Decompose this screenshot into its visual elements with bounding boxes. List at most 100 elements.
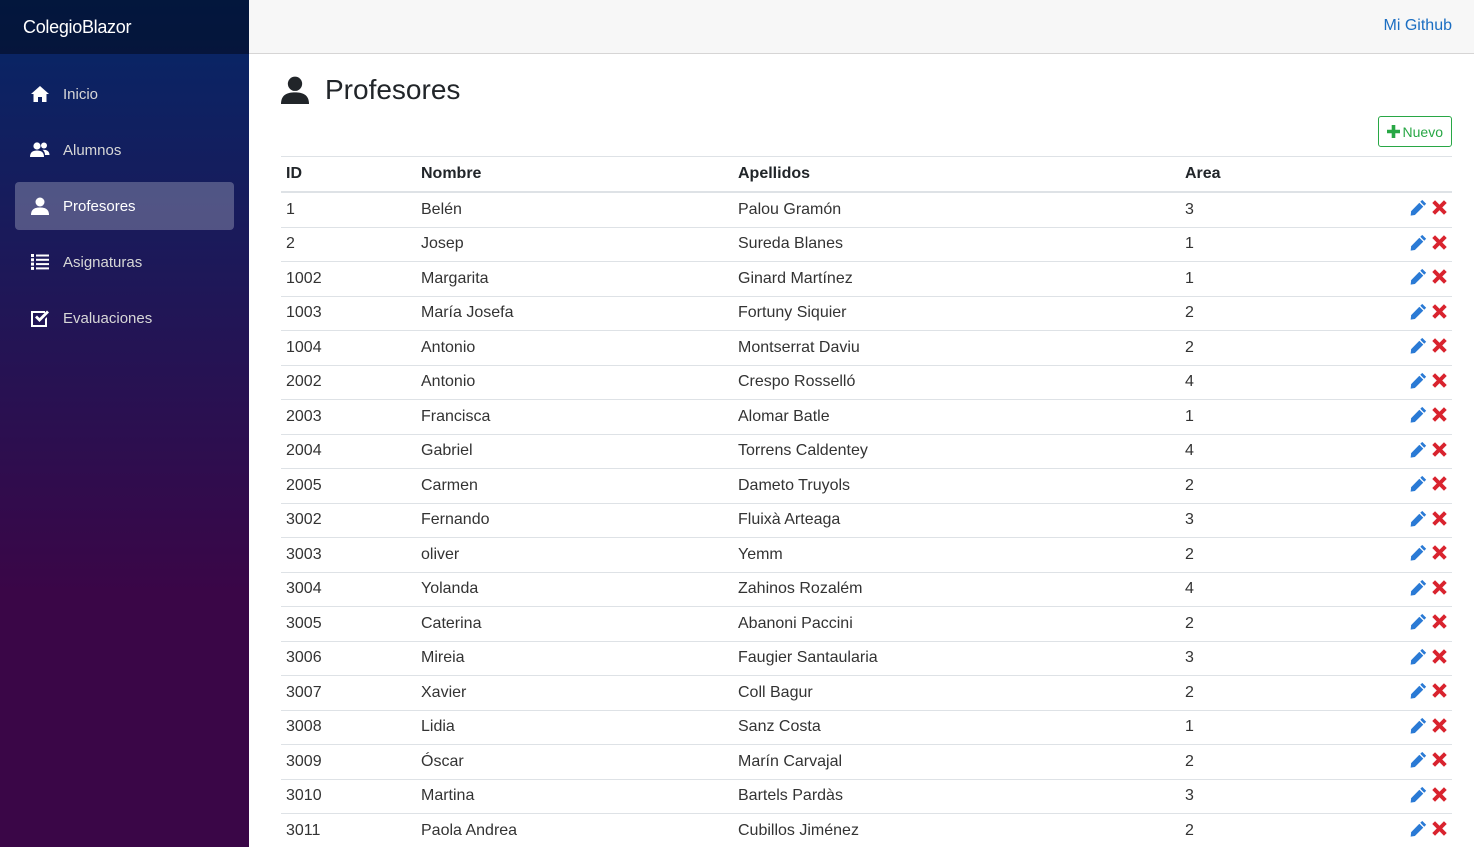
edit-pencil-icon[interactable]: [1409, 405, 1428, 424]
sidebar-item-asignaturas[interactable]: Asignaturas: [15, 238, 234, 286]
delete-x-icon[interactable]: [1430, 681, 1449, 700]
edit-pencil-icon[interactable]: [1409, 750, 1428, 769]
new-button[interactable]: Nuevo: [1377, 116, 1452, 147]
cell-id: 3008: [281, 710, 416, 745]
cell-actions: [1350, 744, 1452, 780]
github-link[interactable]: Mi Github: [1384, 17, 1452, 35]
edit-pencil-icon[interactable]: [1409, 612, 1428, 631]
delete-x-icon[interactable]: [1430, 371, 1449, 390]
cell-area: 3: [1180, 779, 1350, 814]
row-actions: [1409, 440, 1449, 459]
cell-nombre: María Josefa: [416, 296, 733, 331]
table-row: 3009 Óscar Marín Carvajal 2: [281, 744, 1452, 780]
table-row: 2005 Carmen Dameto Truyols 2: [281, 468, 1452, 504]
row-actions: [1409, 405, 1449, 424]
cell-nombre: Mireia: [416, 641, 733, 676]
brand-link[interactable]: ColegioBlazor: [23, 17, 131, 38]
row-actions: [1409, 819, 1449, 838]
sidebar-item-alumnos[interactable]: Alumnos: [15, 126, 234, 174]
cell-area: 4: [1180, 365, 1350, 400]
row-actions: [1409, 302, 1449, 321]
cell-apellidos: Palou Gramón: [733, 192, 1180, 228]
column-header-area: Area: [1180, 156, 1350, 193]
delete-x-icon[interactable]: [1430, 543, 1449, 562]
sidebar-nav: Inicio Alumnos Profesores Asignaturas Ev…: [0, 54, 249, 342]
delete-x-icon[interactable]: [1430, 612, 1449, 631]
cell-apellidos: Faugier Santaularia: [733, 641, 1180, 676]
delete-x-icon[interactable]: [1430, 440, 1449, 459]
delete-x-icon[interactable]: [1430, 647, 1449, 666]
column-header-apellidos: Apellidos: [733, 156, 1180, 193]
main-content: Profesores Nuevo ID Nombre Apellidos Are…: [281, 54, 1452, 847]
sidebar-item-profesores[interactable]: Profesores: [15, 182, 234, 230]
cell-id: 1003: [281, 296, 416, 331]
edit-pencil-icon[interactable]: [1409, 785, 1428, 804]
edit-pencil-icon[interactable]: [1409, 474, 1428, 493]
delete-x-icon[interactable]: [1430, 819, 1449, 838]
table-row: 1 Belén Palou Gramón 3: [281, 192, 1452, 228]
edit-pencil-icon[interactable]: [1409, 267, 1428, 286]
delete-x-icon[interactable]: [1430, 750, 1449, 769]
cell-actions: [1350, 227, 1452, 262]
delete-x-icon[interactable]: [1430, 233, 1449, 252]
delete-x-icon[interactable]: [1430, 785, 1449, 804]
delete-x-icon[interactable]: [1430, 336, 1449, 355]
cell-actions: [1350, 503, 1452, 538]
row-actions: [1409, 785, 1449, 804]
column-header-actions: [1350, 156, 1452, 193]
cell-nombre: Yolanda: [416, 572, 733, 607]
cell-apellidos: Coll Bagur: [733, 675, 1180, 711]
cell-apellidos: Cubillos Jiménez: [733, 813, 1180, 847]
edit-pencil-icon[interactable]: [1409, 647, 1428, 666]
cell-apellidos: Bartels Pardàs: [733, 779, 1180, 814]
sidebar-item-label: Asignaturas: [63, 253, 143, 271]
cell-id: 2002: [281, 365, 416, 400]
edit-pencil-icon[interactable]: [1409, 198, 1428, 217]
table-row: 3004 Yolanda Zahinos Rozalém 4: [281, 572, 1452, 607]
cell-actions: [1350, 399, 1452, 435]
cell-nombre: Antonio: [416, 365, 733, 400]
row-actions: [1409, 647, 1449, 666]
cell-area: 2: [1180, 296, 1350, 331]
edit-pencil-icon[interactable]: [1409, 819, 1428, 838]
edit-pencil-icon[interactable]: [1409, 543, 1428, 562]
edit-pencil-icon[interactable]: [1409, 578, 1428, 597]
row-actions: [1409, 612, 1449, 631]
cell-area: 2: [1180, 468, 1350, 504]
cell-apellidos: Yemm: [733, 537, 1180, 573]
cell-id: 3005: [281, 606, 416, 642]
delete-x-icon[interactable]: [1430, 198, 1449, 217]
row-actions: [1409, 336, 1449, 355]
table-row: 2004 Gabriel Torrens Caldentey 4: [281, 434, 1452, 469]
cell-id: 2005: [281, 468, 416, 504]
cell-area: 2: [1180, 330, 1350, 366]
sidebar-item-evaluaciones[interactable]: Evaluaciones: [15, 294, 234, 342]
cell-apellidos: Dameto Truyols: [733, 468, 1180, 504]
edit-pencil-icon[interactable]: [1409, 681, 1428, 700]
list-icon: [30, 252, 50, 272]
cell-area: 4: [1180, 572, 1350, 607]
edit-pencil-icon[interactable]: [1409, 371, 1428, 390]
cell-nombre: Óscar: [416, 744, 733, 780]
edit-pencil-icon[interactable]: [1409, 302, 1428, 321]
delete-x-icon[interactable]: [1430, 405, 1449, 424]
edit-pencil-icon[interactable]: [1409, 716, 1428, 735]
column-header-nombre: Nombre: [416, 156, 733, 193]
cell-id: 1002: [281, 261, 416, 297]
delete-x-icon[interactable]: [1430, 267, 1449, 286]
row-actions: [1409, 267, 1449, 286]
edit-pencil-icon[interactable]: [1409, 509, 1428, 528]
sidebar-item-inicio[interactable]: Inicio: [15, 70, 234, 118]
edit-pencil-icon[interactable]: [1409, 233, 1428, 252]
cell-actions: [1350, 710, 1452, 745]
edit-pencil-icon[interactable]: [1409, 336, 1428, 355]
delete-x-icon[interactable]: [1430, 302, 1449, 321]
delete-x-icon[interactable]: [1430, 474, 1449, 493]
cell-apellidos: Sanz Costa: [733, 710, 1180, 745]
edit-pencil-icon[interactable]: [1409, 440, 1428, 459]
cell-area: 2: [1180, 537, 1350, 573]
table-row: 3005 Caterina Abanoni Paccini 2: [281, 606, 1452, 642]
delete-x-icon[interactable]: [1430, 509, 1449, 528]
delete-x-icon[interactable]: [1430, 578, 1449, 597]
delete-x-icon[interactable]: [1430, 716, 1449, 735]
